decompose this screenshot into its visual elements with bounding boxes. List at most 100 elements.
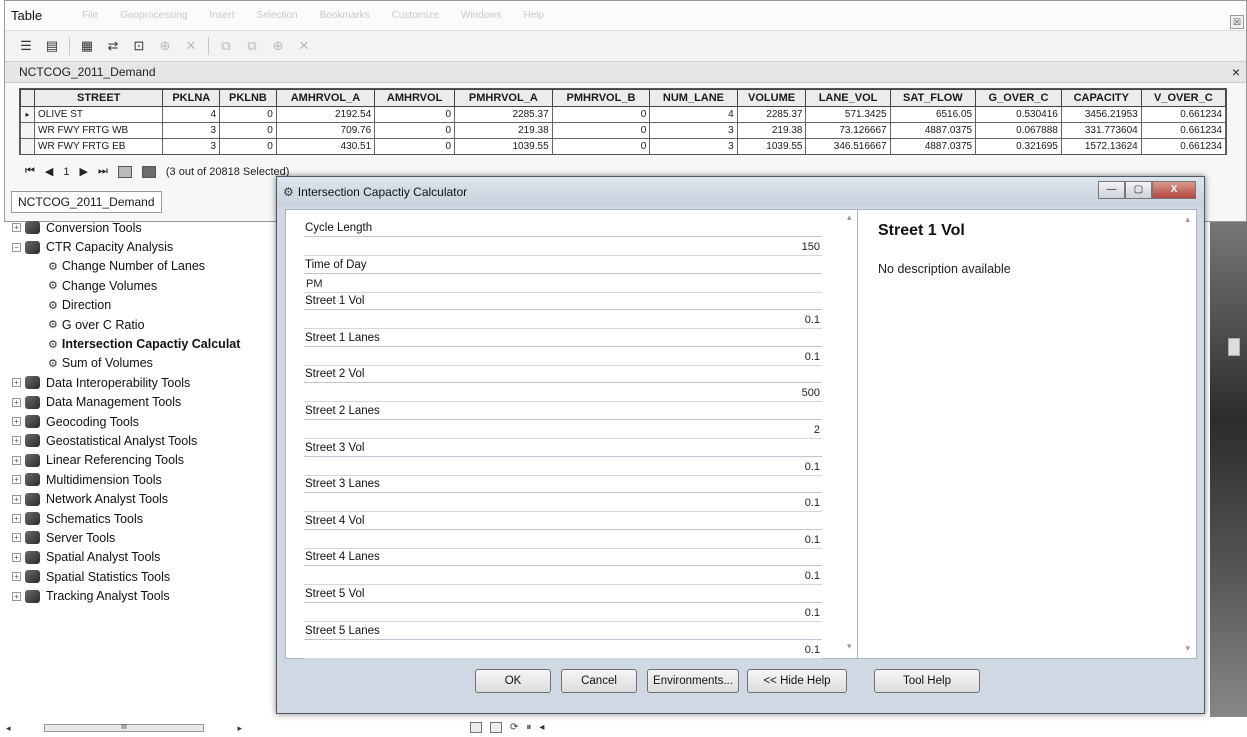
first-record-button[interactable]: ⏮	[25, 165, 35, 178]
table-cell[interactable]: 73.126667	[805, 122, 891, 139]
table-cell[interactable]: 430.51	[275, 138, 376, 154]
maximize-button[interactable]: ▢	[1125, 181, 1152, 199]
toolbox-item[interactable]: + Geocoding Tools	[10, 412, 250, 431]
parameter-input[interactable]: 500	[304, 383, 822, 403]
delete-icon[interactable]: ✕	[295, 37, 313, 55]
next-record-button[interactable]: ▶	[80, 165, 88, 178]
expand-icon[interactable]: +	[12, 436, 21, 446]
show-all-records-icon[interactable]	[117, 165, 132, 178]
table-cell[interactable]: 0	[219, 138, 277, 154]
column-header[interactable]: PKLNB	[219, 89, 277, 107]
tool-help-button[interactable]: Tool Help	[874, 669, 980, 693]
close-button[interactable]: X	[1152, 181, 1196, 199]
switch-selection-icon[interactable]: ⇄	[104, 37, 122, 55]
table-menu-item[interactable]: File	[82, 10, 98, 21]
table-cell[interactable]: 0.067888	[975, 122, 1062, 139]
column-header[interactable]: LANE_VOL	[805, 89, 891, 107]
table-cell[interactable]: 4	[162, 106, 221, 123]
tool-item[interactable]: ⚙ Change Volumes	[10, 276, 250, 295]
toolbox-item[interactable]: + Server Tools	[10, 528, 250, 547]
parameter-input[interactable]: 0.1	[304, 493, 822, 513]
expand-icon[interactable]: +	[12, 552, 21, 562]
table-cell[interactable]: 331.773604	[1060, 122, 1142, 139]
dialog-titlebar[interactable]: ⚙ Intersection Capactiy Calculator	[277, 177, 1204, 207]
table-cell[interactable]: 0	[551, 138, 651, 154]
help-scroll-up-icon[interactable]: ▴	[1185, 214, 1190, 225]
toolbox-item[interactable]: + Spatial Analyst Tools	[10, 548, 250, 567]
toolbox-item[interactable]: + Data Interoperability Tools	[10, 373, 250, 392]
column-header[interactable]: SAT_FLOW	[889, 89, 977, 107]
parameter-input[interactable]: 0.1	[304, 640, 822, 659]
table-cell[interactable]: 1039.55	[454, 138, 553, 154]
table-cell[interactable]: 0.661234	[1140, 106, 1226, 123]
bottom-layer-tab[interactable]: NCTCOG_2011_Demand	[11, 191, 162, 213]
help-scroll-down-icon[interactable]: ▾	[1185, 643, 1190, 654]
table-cell[interactable]: 2285.37	[736, 106, 807, 123]
table-cell[interactable]: 4	[649, 106, 738, 123]
table-cell[interactable]: OLIVE ST	[33, 106, 164, 123]
column-header[interactable]: PMHRVOL_B	[551, 89, 651, 107]
table-cell[interactable]: WR FWY FRTG EB	[33, 138, 164, 154]
pause-icon[interactable]: ⏸	[526, 722, 531, 733]
table-cell[interactable]: WR FWY FRTG WB	[33, 122, 164, 139]
expand-icon[interactable]: +	[12, 223, 21, 233]
last-record-button[interactable]: ⏭	[98, 165, 108, 178]
table-cell[interactable]: 1572.13624	[1060, 138, 1142, 154]
table-cell[interactable]: 219.38	[454, 122, 553, 139]
ok-button[interactable]: OK	[475, 669, 551, 693]
table-cell[interactable]: 1039.55	[736, 138, 807, 154]
previous-record-button[interactable]: ◀	[45, 165, 53, 178]
scroll-left-icon[interactable]: ◂	[6, 723, 11, 734]
table-menu-item[interactable]: Customize	[392, 10, 439, 21]
table-row[interactable]: ▸ OLIVE ST 4 0 2192.54 0 2285.37 0 4 2285.37 571.3…	[20, 106, 1226, 123]
expand-icon[interactable]: +	[12, 475, 21, 485]
table-cell[interactable]: 0	[219, 106, 277, 123]
table-cell[interactable]: 0.321695	[975, 138, 1062, 154]
table-cell[interactable]: 2285.37	[454, 106, 553, 123]
table-cell[interactable]: 0	[374, 122, 456, 139]
table-cell[interactable]: 0.661234	[1140, 122, 1226, 139]
toolbox-item[interactable]: + Data Management Tools	[10, 393, 250, 412]
row-selector[interactable]: ▸	[20, 106, 35, 123]
map-scroll-handle[interactable]	[1228, 338, 1240, 356]
column-header[interactable]: PKLNA	[162, 89, 221, 107]
column-header[interactable]: AMHRVOL_A	[275, 89, 376, 107]
toolbox-item[interactable]: + Multidimension Tools	[10, 470, 250, 489]
parameter-input[interactable]: 2	[304, 420, 822, 439]
expand-icon[interactable]: +	[12, 572, 21, 582]
toolbox-item[interactable]: + Schematics Tools	[10, 509, 250, 528]
scroll-right-icon[interactable]: ▸	[237, 723, 242, 734]
table-row[interactable]: WR FWY FRTG WB 3 0 709.76 0 219.38 0 3 219.38 73.…	[20, 122, 1226, 139]
expand-icon[interactable]: +	[12, 591, 21, 601]
table-cell[interactable]: 2192.54	[275, 106, 376, 123]
table-menu-item[interactable]: Windows	[461, 10, 502, 21]
tool-item[interactable]: ⚙ Sum of Volumes	[10, 354, 250, 373]
table-cell[interactable]: 0	[551, 122, 651, 139]
tool-item[interactable]: ⚙ G over C Ratio	[10, 315, 250, 334]
minimize-button[interactable]: —	[1098, 181, 1125, 199]
parameter-input[interactable]: 0.1	[304, 603, 822, 622]
table-cell[interactable]: 4887.0375	[889, 138, 977, 154]
table-cell[interactable]: 0	[374, 138, 456, 154]
related-tables-icon[interactable]: ▤	[43, 37, 61, 55]
table-menu-item[interactable]: Insert	[209, 10, 234, 21]
table-cell[interactable]: 6516.05	[889, 106, 977, 123]
scroll-thumb[interactable]: III	[44, 724, 204, 732]
cancel-button[interactable]: Cancel	[561, 669, 637, 693]
tool-item[interactable]: ⚙ Direction	[10, 296, 250, 315]
toolbox-item[interactable]: + Conversion Tools	[10, 218, 250, 237]
parameter-input[interactable]: 0.1	[304, 566, 822, 586]
table-menu-item[interactable]: Selection	[256, 10, 297, 21]
layout-view-icon[interactable]	[490, 722, 502, 733]
table-cell[interactable]: 346.516667	[805, 138, 891, 154]
map-view[interactable]	[1210, 222, 1247, 717]
table-cell[interactable]: 3	[162, 138, 221, 154]
close-tab-icon[interactable]: ×	[1232, 64, 1240, 80]
expand-icon[interactable]: +	[12, 455, 21, 465]
parameter-input[interactable]: 0.1	[304, 457, 822, 476]
record-number[interactable]: 1	[63, 166, 69, 178]
tool-item[interactable]: ⚙ Intersection Capactiy Calculat	[10, 334, 250, 353]
toolbox-item[interactable]: + Network Analyst Tools	[10, 489, 250, 508]
row-selector[interactable]	[20, 122, 35, 139]
parameter-input[interactable]: 0.1	[304, 530, 822, 549]
